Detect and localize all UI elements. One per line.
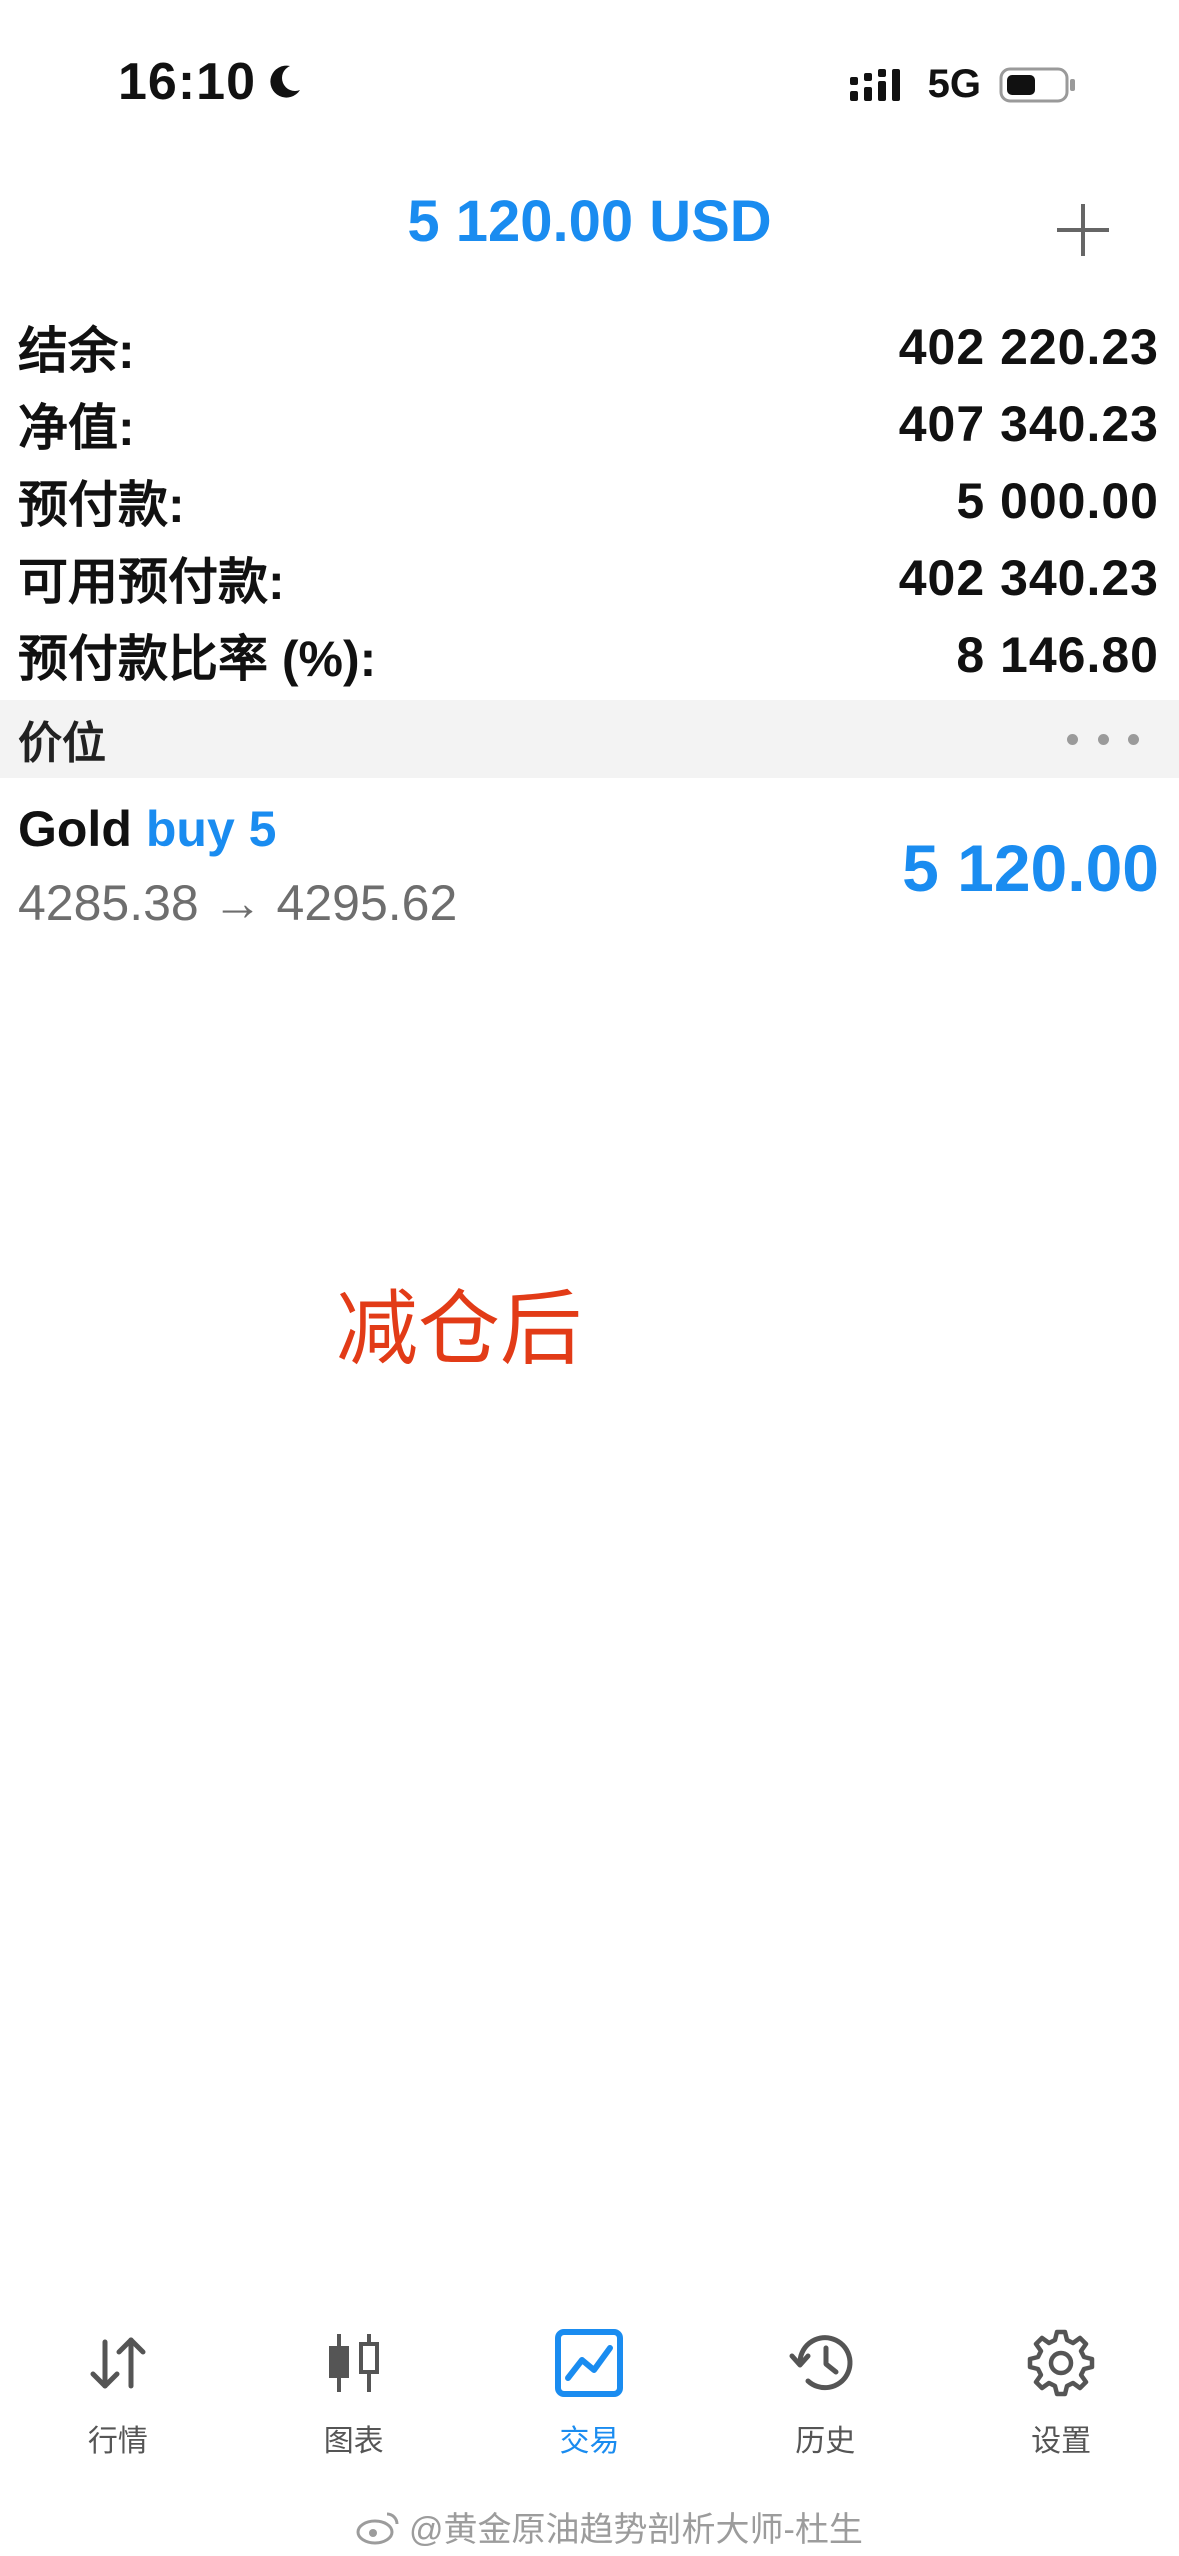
summary-row-margin: 预付款: 5 000.00 bbox=[0, 462, 1179, 539]
summary-row-equity: 净值: 407 340.23 bbox=[0, 385, 1179, 462]
tab-history[interactable]: 历史 bbox=[707, 2300, 943, 2480]
tab-label: 行情 bbox=[87, 2425, 148, 2458]
account-profit-title: 5 120.00 USD bbox=[407, 189, 772, 254]
signal-icon bbox=[849, 68, 900, 101]
position-side: buy 5 bbox=[145, 801, 277, 857]
status-right: 5G bbox=[848, 62, 1077, 107]
summary-value: 5 000.00 bbox=[956, 472, 1159, 529]
summary-label: 结余: bbox=[18, 322, 135, 379]
header: 5 120.00 USD bbox=[0, 170, 1179, 290]
candlestick-chart-icon bbox=[328, 2334, 379, 2392]
status-time: 16:10 bbox=[118, 52, 304, 112]
summary-label: 可用预付款: bbox=[18, 553, 285, 610]
position-symbol: Gold bbox=[18, 801, 132, 857]
positions-section-header: 价位 bbox=[0, 700, 1179, 778]
more-dot-icon bbox=[1067, 733, 1078, 745]
quotes-arrows-icon bbox=[90, 2337, 146, 2389]
position-title: Gold buy 5 bbox=[18, 800, 276, 858]
annotation-text: 减仓后 bbox=[336, 1284, 583, 1375]
summary-label: 预付款: bbox=[18, 476, 185, 533]
section-title: 价位 bbox=[18, 719, 106, 768]
more-options-button[interactable] bbox=[1067, 719, 1139, 759]
watermark: @黄金原油趋势剖析大师-杜生 bbox=[355, 2502, 863, 2551]
summary-row-margin-level: 预付款比率 (%): 8 146.80 bbox=[0, 616, 1179, 693]
history-clock-icon bbox=[789, 2335, 853, 2391]
summary-value: 8 146.80 bbox=[956, 626, 1159, 683]
moon-icon bbox=[270, 65, 300, 98]
account-summary: 结余: 402 220.23 净值: 407 340.23 预付款: 5 000… bbox=[0, 308, 1179, 693]
status-bar: 16:10 5G bbox=[0, 0, 1179, 170]
position-row[interactable]: Gold buy 5 4285.38 → 4295.62 5 120.00 bbox=[0, 790, 1179, 960]
summary-value: 402 220.23 bbox=[898, 318, 1159, 375]
summary-value: 407 340.23 bbox=[898, 395, 1159, 452]
tab-trade[interactable]: 交易 bbox=[472, 2300, 708, 2480]
position-profit: 5 120.00 bbox=[902, 831, 1159, 905]
status-time-text: 16:10 bbox=[118, 53, 256, 111]
tab-quotes[interactable]: 行情 bbox=[0, 2300, 236, 2480]
tab-bar: 行情 图表 交易 历史 设置 bbox=[0, 2300, 1179, 2480]
tab-label: 图表 bbox=[323, 2425, 384, 2458]
summary-row-free-margin: 可用预付款: 402 340.23 bbox=[0, 539, 1179, 616]
summary-value: 402 340.23 bbox=[898, 549, 1159, 606]
settings-gear-icon bbox=[1027, 2329, 1095, 2397]
battery-icon bbox=[999, 67, 1075, 102]
tab-settings[interactable]: 设置 bbox=[943, 2300, 1179, 2480]
summary-label: 净值: bbox=[18, 399, 135, 456]
tab-charts[interactable]: 图表 bbox=[236, 2300, 472, 2480]
more-dot-icon bbox=[1128, 733, 1139, 745]
weibo-logo-icon bbox=[356, 2512, 399, 2544]
position-prices: 4285.38 → 4295.62 bbox=[18, 875, 458, 931]
tab-label: 设置 bbox=[1031, 2425, 1092, 2458]
network-label: 5G bbox=[927, 62, 981, 106]
summary-label: 预付款比率 (%): bbox=[18, 630, 377, 687]
tab-label: 交易 bbox=[559, 2425, 620, 2458]
plus-icon bbox=[1057, 204, 1109, 256]
add-order-button[interactable] bbox=[1043, 190, 1123, 270]
summary-row-balance: 结余: 402 220.23 bbox=[0, 308, 1179, 385]
tab-label: 历史 bbox=[795, 2425, 856, 2458]
watermark-text: @黄金原油趋势剖析大师-杜生 bbox=[409, 2511, 863, 2549]
more-dot-icon bbox=[1097, 733, 1109, 745]
trade-chart-icon bbox=[555, 2329, 624, 2397]
